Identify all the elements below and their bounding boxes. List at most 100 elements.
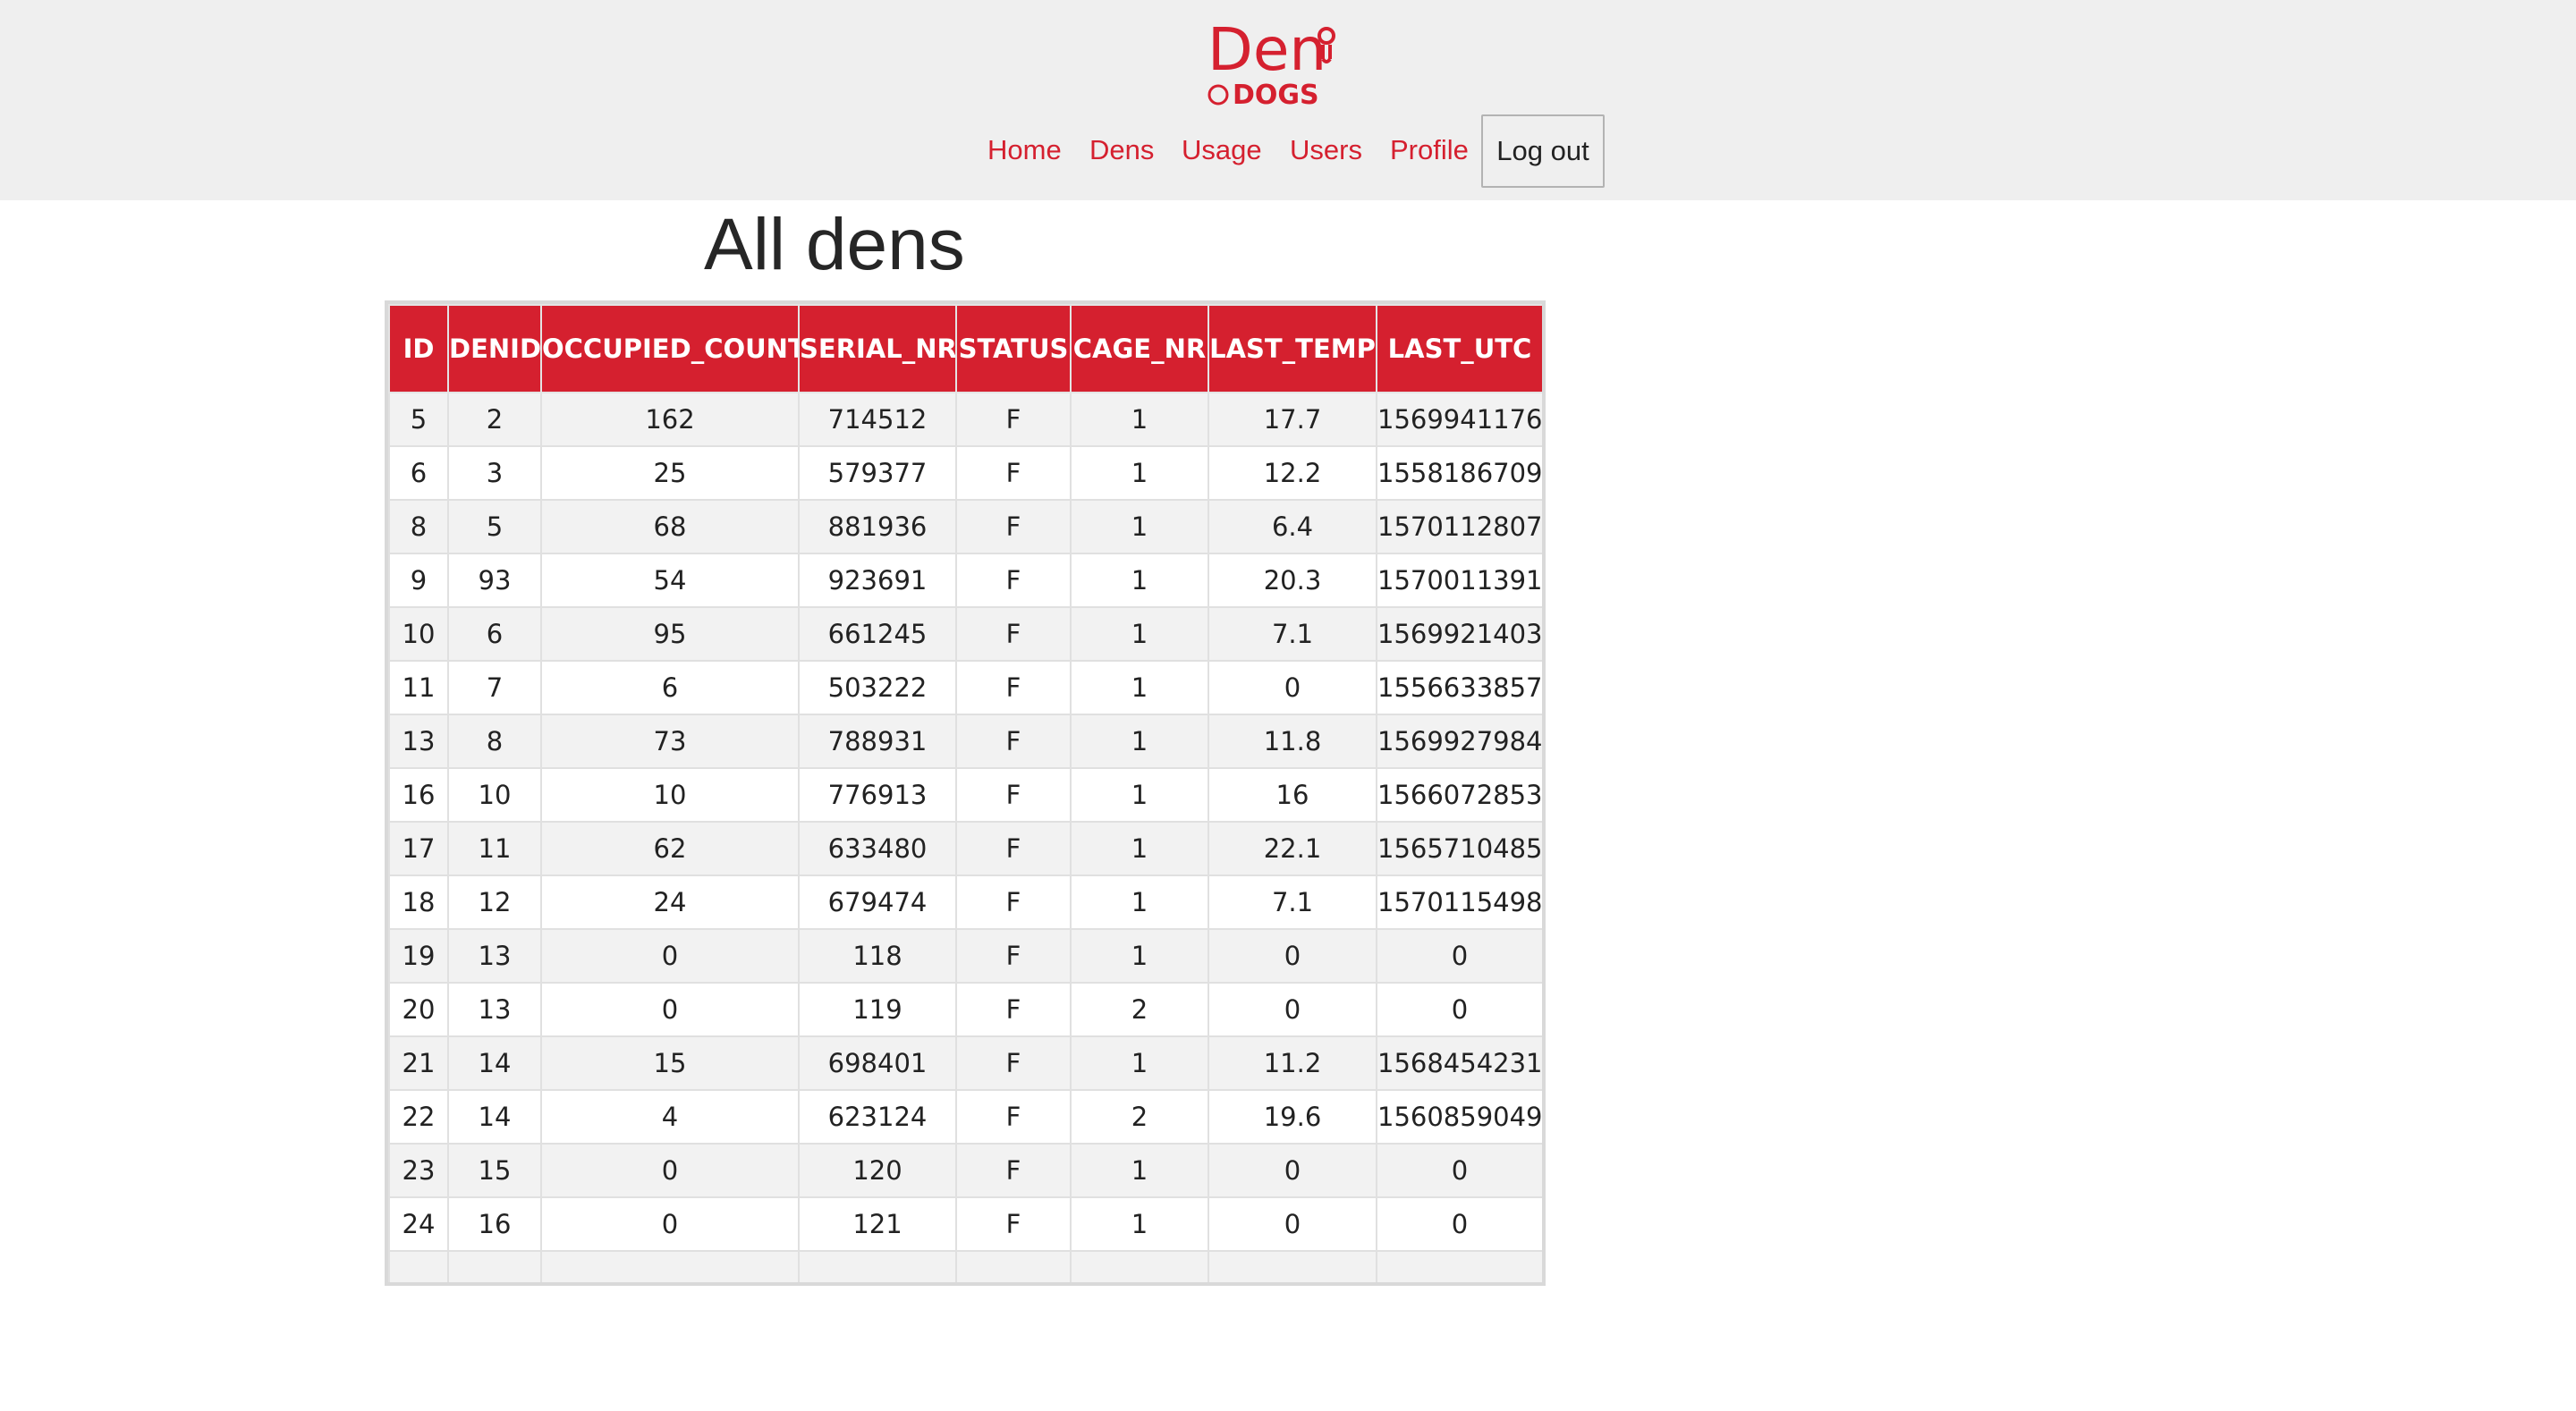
table-cell-occupied-count: 0 <box>540 1143 800 1198</box>
nav-link-users[interactable]: Users <box>1290 114 1362 186</box>
table-cell-last-temp: 7.1 <box>1208 874 1377 930</box>
table-row: 11 7 6 503222 F 1 0 1556633857 <box>388 660 1542 715</box>
table-cell-cage-nr: 2 <box>1070 1089 1209 1145</box>
table-cell-status: F <box>955 1089 1072 1145</box>
nav-link-home[interactable]: Home <box>987 114 1062 186</box>
table-cell-id: 24 <box>388 1196 449 1252</box>
table-cell-last-temp: 12.2 <box>1208 445 1377 501</box>
table-cell-status: F <box>955 928 1072 984</box>
table-row: 8 5 68 881936 F 1 6.4 1570112807 <box>388 499 1542 554</box>
table-cell-last-utc: 1569941176 <box>1376 392 1542 447</box>
table-cell-status: F <box>955 874 1072 930</box>
table-row: 19 13 0 118 F 1 0 0 <box>388 928 1542 984</box>
table-cell-status: F <box>955 553 1072 608</box>
table-cell-denid: 6 <box>447 606 542 662</box>
table-cell-status: F <box>955 767 1072 823</box>
table-cell-denid: 16 <box>447 1196 542 1252</box>
table-cell-denid: 14 <box>447 1035 542 1091</box>
table-cell-occupied-count: 15 <box>540 1035 800 1091</box>
main-nav: Home Dens Usage Users Profile <box>0 114 2576 186</box>
table-cell-last-utc <box>1376 1250 1542 1282</box>
logo-main-text: Den <box>1208 16 1326 84</box>
table-cell-serial-nr: 698401 <box>798 1035 957 1091</box>
table-cell-serial-nr: 119 <box>798 982 957 1037</box>
table-cell-cage-nr: 1 <box>1070 1196 1209 1252</box>
table-cell-id: 23 <box>388 1143 449 1198</box>
logout-button[interactable]: Log out <box>1481 114 1605 188</box>
page-title: All dens <box>704 204 965 285</box>
column-header-serial-nr: SERIAL_NR <box>798 304 957 393</box>
table-cell-occupied-count: 73 <box>540 714 800 769</box>
table-cell-id: 22 <box>388 1089 449 1145</box>
table-row: 18 12 24 679474 F 1 7.1 1570115498 <box>388 874 1542 930</box>
nav-link-dens[interactable]: Dens <box>1089 114 1154 186</box>
table-cell-last-utc: 0 <box>1376 982 1542 1037</box>
table-cell-serial-nr: 120 <box>798 1143 957 1198</box>
table-cell-last-utc: 1560859049 <box>1376 1089 1542 1145</box>
table-cell-id: 6 <box>388 445 449 501</box>
table-cell-id: 16 <box>388 767 449 823</box>
column-header-occupied-count: OCCUPIED_COUNT <box>540 304 800 393</box>
table-row: 9 93 54 923691 F 1 20.3 1570011391 <box>388 553 1542 608</box>
table-row: 16 10 10 776913 F 1 16 1566072853 <box>388 767 1542 823</box>
table-cell-denid: 93 <box>447 553 542 608</box>
dens-table-container[interactable]: ID DENID OCCUPIED_COUNT SERIAL_NR STATUS CAGE… <box>385 300 1546 1286</box>
table-cell-last-temp <box>1208 1250 1377 1282</box>
table-row: 23 15 0 120 F 1 0 0 <box>388 1143 1542 1198</box>
table-row: 22 14 4 623124 F 2 19.6 1560859049 <box>388 1089 1542 1145</box>
table-cell-last-utc: 1566072853 <box>1376 767 1542 823</box>
den-dogs-logo[interactable]: Den DOGS <box>1206 15 1342 111</box>
table-row: 5 2 162 714512 F 1 17.7 1569941176 <box>388 392 1542 447</box>
table-cell-denid: 2 <box>447 392 542 447</box>
table-cell-serial-nr: 881936 <box>798 499 957 554</box>
table-cell-cage-nr: 1 <box>1070 821 1209 876</box>
table-cell-last-temp: 22.1 <box>1208 821 1377 876</box>
table-cell-serial-nr: 623124 <box>798 1089 957 1145</box>
table-cell-cage-nr: 1 <box>1070 392 1209 447</box>
table-cell-occupied-count: 162 <box>540 392 800 447</box>
table-cell-serial-nr: 788931 <box>798 714 957 769</box>
column-header-denid: DENID <box>447 304 542 393</box>
table-cell-last-temp: 16 <box>1208 767 1377 823</box>
logo-sub-text: DOGS <box>1233 80 1319 109</box>
table-cell-occupied-count: 24 <box>540 874 800 930</box>
table-body: 5 2 162 714512 F 1 17.7 1569941176 6 3 25 579377 F 1 1… <box>388 392 1542 1282</box>
table-cell-cage-nr: 1 <box>1070 660 1209 715</box>
table-cell-status: F <box>955 1196 1072 1252</box>
table-header-row: ID DENID OCCUPIED_COUNT SERIAL_NR STATUS CAGE… <box>388 304 1542 393</box>
table-cell-serial-nr: 503222 <box>798 660 957 715</box>
table-cell-id <box>388 1250 449 1282</box>
table-cell-occupied-count: 6 <box>540 660 800 715</box>
table-cell-cage-nr: 1 <box>1070 499 1209 554</box>
dens-table: ID DENID OCCUPIED_COUNT SERIAL_NR STATUS CAGE… <box>388 304 1542 1282</box>
nav-link-usage[interactable]: Usage <box>1182 114 1262 186</box>
table-cell-status: F <box>955 392 1072 447</box>
paw-badge-icon <box>1208 84 1229 106</box>
table-row: 10 6 95 661245 F 1 7.1 1569921403 <box>388 606 1542 662</box>
table-cell-last-temp: 19.6 <box>1208 1089 1377 1145</box>
table-cell-denid: 14 <box>447 1089 542 1145</box>
table-cell-cage-nr: 1 <box>1070 1035 1209 1091</box>
table-cell-occupied-count: 4 <box>540 1089 800 1145</box>
table-cell-denid: 11 <box>447 821 542 876</box>
table-cell-last-utc: 1569921403 <box>1376 606 1542 662</box>
table-cell-cage-nr: 1 <box>1070 874 1209 930</box>
table-cell-status: F <box>955 714 1072 769</box>
table-cell-id: 8 <box>388 499 449 554</box>
table-cell-id: 11 <box>388 660 449 715</box>
table-cell-cage-nr: 1 <box>1070 553 1209 608</box>
table-cell-occupied-count: 25 <box>540 445 800 501</box>
table-cell-last-temp: 0 <box>1208 982 1377 1037</box>
nav-link-profile[interactable]: Profile <box>1390 114 1469 186</box>
table-cell-last-utc: 0 <box>1376 1196 1542 1252</box>
logo-mark: Den DOGS <box>1208 15 1335 111</box>
table-row: 21 14 15 698401 F 1 11.2 1568454231 <box>388 1035 1542 1091</box>
table-cell-last-utc: 1569927984 <box>1376 714 1542 769</box>
table-cell-cage-nr: 1 <box>1070 767 1209 823</box>
table-cell-last-temp: 20.3 <box>1208 553 1377 608</box>
table-cell-occupied-count <box>540 1250 800 1282</box>
table-cell-status: F <box>955 982 1072 1037</box>
table-cell-occupied-count: 95 <box>540 606 800 662</box>
column-header-id: ID <box>388 304 449 393</box>
table-cell-last-temp: 0 <box>1208 1143 1377 1198</box>
